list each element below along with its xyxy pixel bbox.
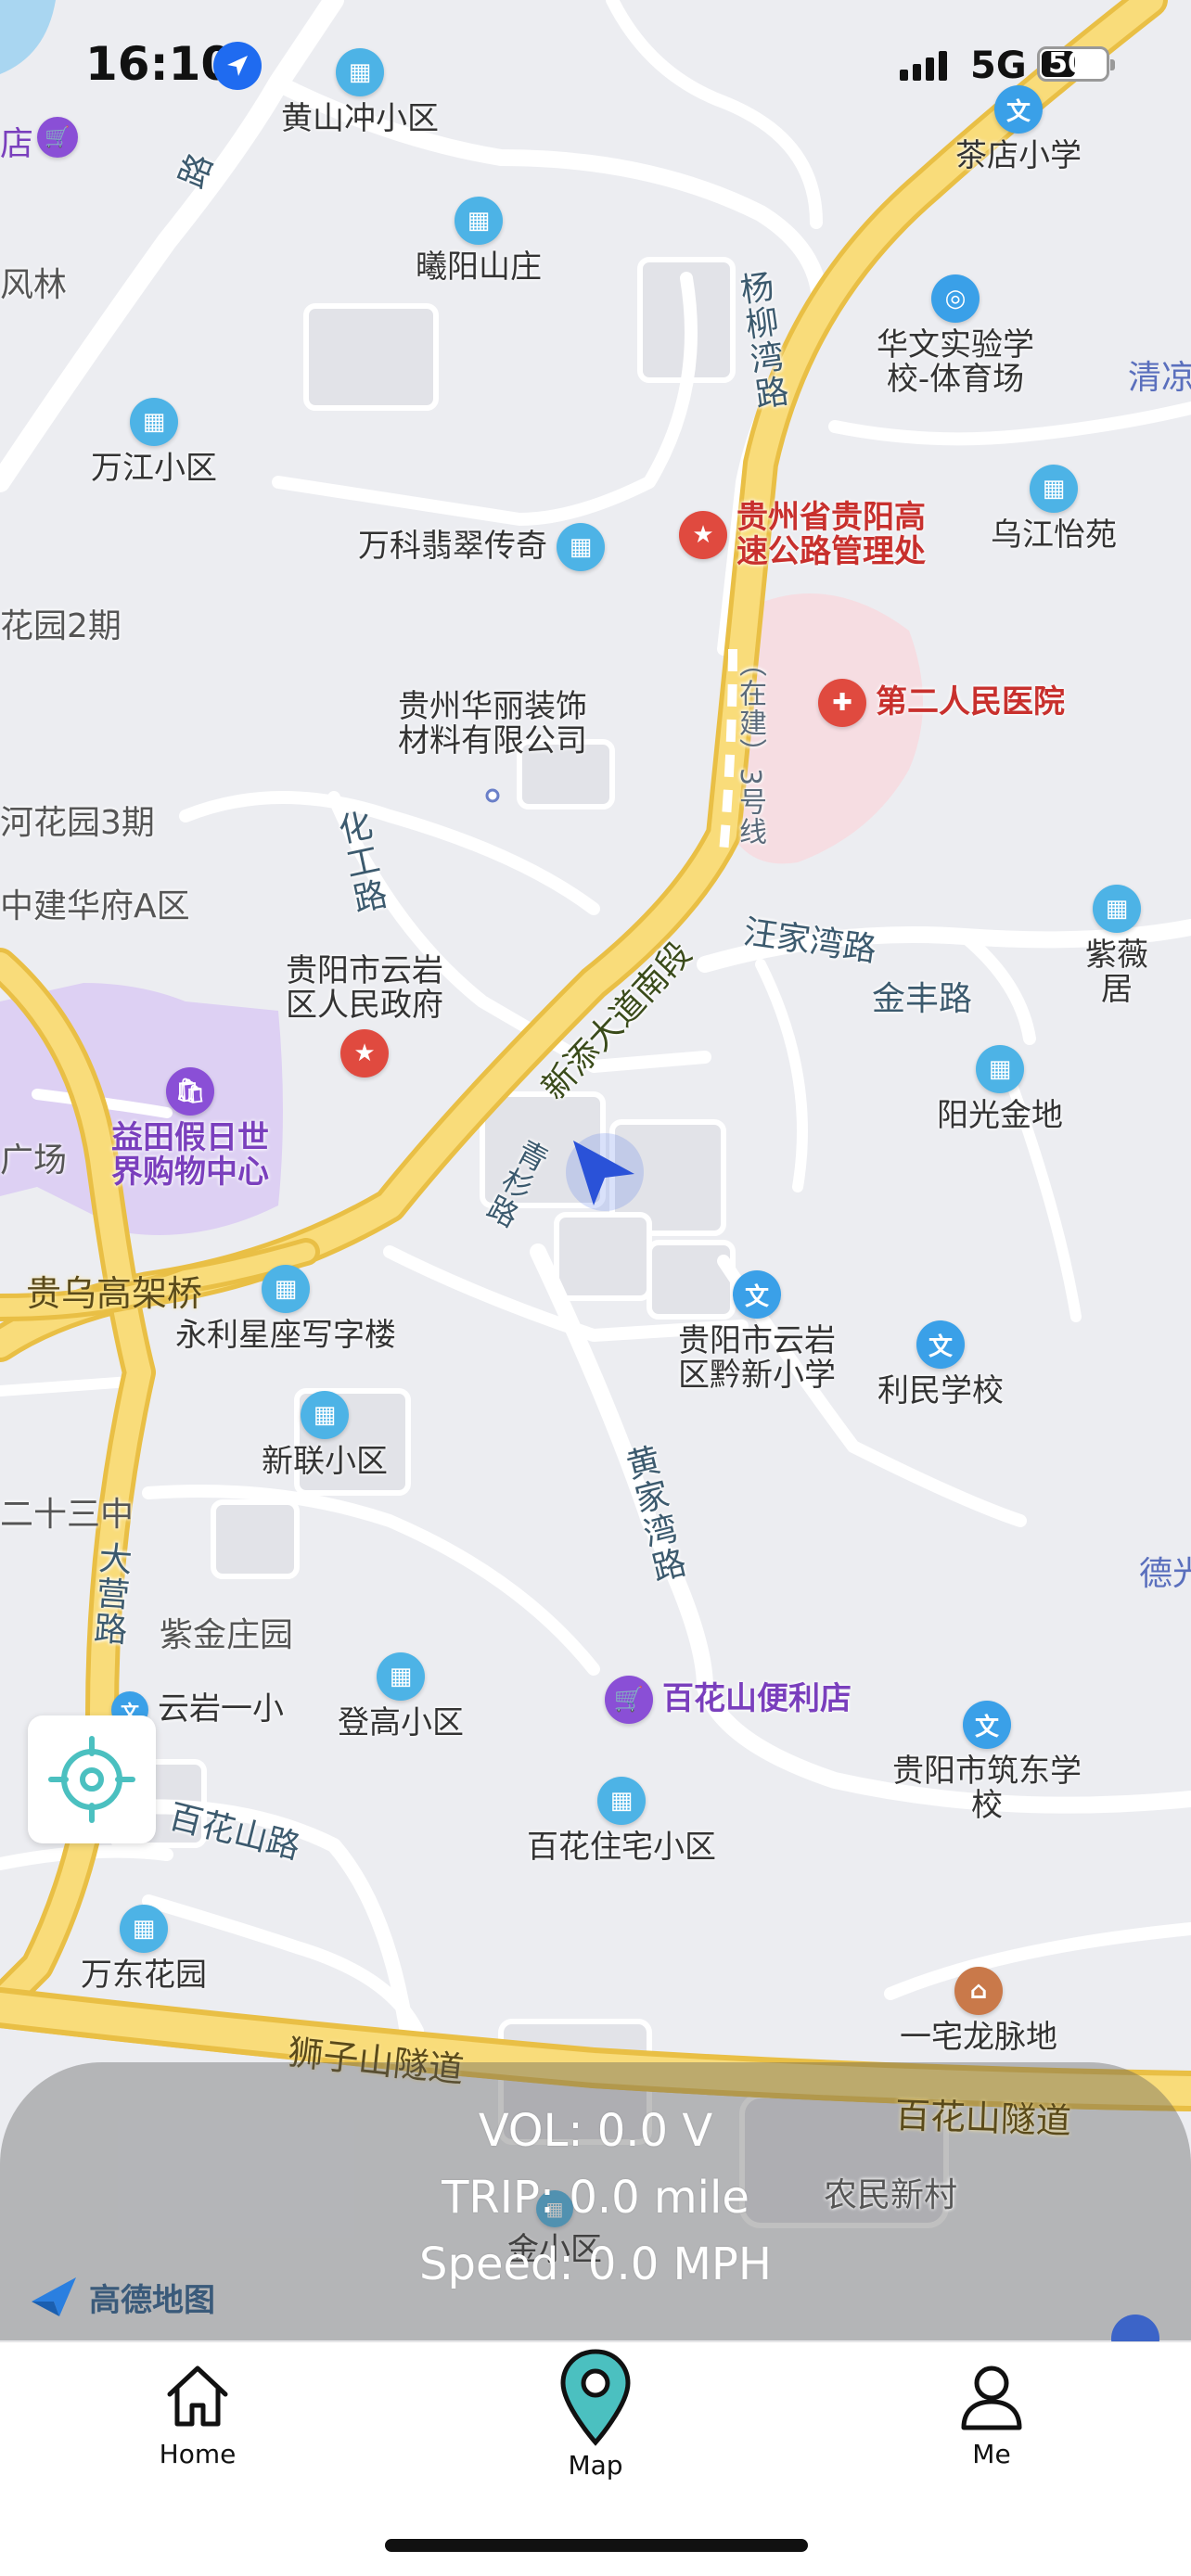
tab-me[interactable]: Me [899,2359,1084,2469]
poi-wandong-garden[interactable]: ▦ 万东花园 [81,1905,207,1993]
poi-huali-company[interactable]: 贵州华丽装饰 材料有限公司 [398,689,587,759]
residential-icon: ▦ [130,398,178,446]
tab-map[interactable]: Map [503,2346,688,2480]
poi-qianxin-school[interactable]: 文 贵阳市云岩 区黔新小学 [678,1270,836,1394]
metro-label: （在建）3号线 [734,649,766,848]
school-icon: 文 [733,1270,781,1319]
poi-yangguang-jindi[interactable]: ▦ 阳光金地 [937,1045,1063,1133]
residential-icon: ▦ [557,523,605,571]
residential-icon: ▦ [1093,885,1141,933]
poi-xiyang-villa[interactable]: ▦ 曦阳山庄 [416,197,542,285]
map-pin-icon [560,2349,631,2446]
person-icon [961,2366,1022,2430]
residential-icon: ▦ [120,1905,168,1953]
landmark-icon: ⌂ [954,1967,1003,2015]
status-bar: 16:10 5G 50 [0,0,1191,130]
shopping-icon: 🛒 [605,1676,653,1724]
poi-limin-school[interactable]: 文 利民学校 [877,1320,1004,1409]
navigation-arrow-icon [566,1133,644,1211]
hospital-icon: ✚ [818,679,866,727]
poi-yitian-mall[interactable]: 🛍 益田假日世 界购物中心 [111,1067,269,1191]
battery-level: 50 [1048,47,1087,80]
clock: 16:10 [85,37,234,91]
road-label: 大营路 [87,1539,133,1649]
area-label: 农民新村 [824,2176,958,2214]
area-label: 河花园3期 [0,804,155,842]
poi-baihua-residence[interactable]: ▦ 百花住宅小区 [527,1777,716,1865]
location-services-icon [213,42,262,90]
poi-xinlian[interactable]: ▦ 新联小区 [262,1391,388,1479]
area-label: 广场 [0,1141,68,1180]
cellular-signal-icon [900,51,947,81]
trip-readout: TRIP: 0.0 mile [442,2172,749,2224]
poi-wujiang[interactable]: ▦ 乌江怡苑 [991,465,1117,553]
poi-denggao[interactable]: ▦ 登高小区 [338,1652,464,1741]
road-label: 金丰路 [872,980,973,1018]
area-label: 花园2期 [0,607,122,645]
highway-label: 贵乌高架桥 [26,1273,203,1314]
government-icon: ★ [340,1028,389,1078]
battery-icon: 50 [1037,46,1115,82]
highway-label: 百花山隧道 [894,2094,1072,2142]
map-view[interactable]: ▦ 黄山冲小区 文 茶店小学 ▦ 曦阳山庄 ◎ 华文实验学 校-体育场 ▦ 万江… [0,0,1191,2341]
area-label: 风林 [0,266,68,304]
residential-icon: ▦ [597,1777,646,1825]
area-label: 二十三中 [0,1496,134,1534]
poi-vanke-jade[interactable]: ▦ 万科翡翠传奇 [358,523,605,571]
residential-icon: ▦ [301,1391,349,1439]
office-icon: ▦ [262,1265,310,1313]
area-label: 中建华府A区 [0,887,190,925]
edge-label: 清凉 [1128,359,1191,397]
current-location-marker [538,1113,649,1224]
amap-logo: 高德地图 [28,2274,215,2320]
residential-icon: ▦ [455,197,503,245]
edge-label: 德光 [1139,1555,1191,1593]
poi-yunyan-government[interactable]: 贵阳市云岩 区人民政府 ★ [286,953,443,1078]
poi-yizhai-longmai[interactable]: ⌂ 一宅龙脉地 [900,1967,1057,2055]
school-icon: 文 [963,1701,1011,1749]
poi-second-hospital[interactable]: ✚ 第二人民医院 [818,679,1065,727]
locate-me-button[interactable] [28,1715,156,1843]
area-label: 紫金庄园 [160,1616,294,1654]
amap-logo-icon [32,2277,76,2316]
sports-icon: ◎ [931,274,980,323]
poi-wanjiang[interactable]: ▦ 万江小区 [91,398,217,486]
home-icon [167,2366,228,2427]
poi-highway-admin[interactable]: ★ 贵州省贵阳高 速公路管理处 [679,500,926,570]
poi-zhudong-school[interactable]: 文 贵阳市筑东学校 [885,1701,1089,1824]
crosshair-icon [48,1736,135,1823]
network-type: 5G [970,45,1027,87]
government-icon: ★ [679,511,727,560]
residential-icon: ▦ [377,1652,425,1701]
school-icon: 文 [916,1320,965,1369]
home-indicator[interactable] [385,2539,808,2552]
residential-icon: ▦ [1030,465,1078,513]
poi-yongli-office[interactable]: ▦ 永利星座写字楼 [175,1265,396,1353]
poi-ziweiju[interactable]: ▦ 紫薇居 [1080,885,1154,1008]
residential-icon: ▦ [976,1045,1024,1093]
shopping-icon: 🛍 [166,1067,214,1116]
tab-home[interactable]: Home [105,2359,290,2469]
poi-baihuashan-store[interactable]: 🛒 百花山便利店 [605,1676,852,1724]
poi-huawen-sports[interactable]: ◎ 华文实验学 校-体育场 [877,274,1034,398]
